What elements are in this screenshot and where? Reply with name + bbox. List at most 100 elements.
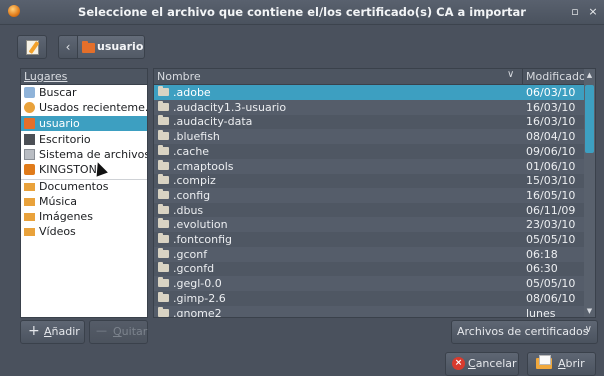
file-row[interactable]: .audacity1.3-usuario 16/03/10 — [154, 99, 585, 115]
file-modified: 16/03/10 — [526, 115, 576, 129]
add-button-label: Añadir — [44, 325, 80, 338]
place-item-imagenes[interactable]: Imágenes — [21, 209, 147, 224]
place-item-videos[interactable]: Vídeos — [21, 224, 147, 239]
place-item-documentos[interactable]: Documentos — [21, 179, 147, 194]
file-list-header: Nombre ∨ Modificado — [153, 68, 586, 85]
scroll-down-icon[interactable]: ▼ — [584, 305, 595, 317]
place-label: Imágenes — [39, 210, 93, 223]
place-label: Vídeos — [39, 225, 76, 238]
folder-icon — [24, 183, 35, 191]
file-modified: 01/06/10 — [526, 159, 576, 173]
file-name: .fontconfig — [173, 233, 233, 246]
usb-drive-icon — [24, 164, 35, 175]
folder-icon — [158, 218, 169, 229]
home-folder-icon — [82, 41, 95, 53]
file-row[interactable]: .dbus 06/11/09 — [154, 203, 585, 218]
type-location-button[interactable] — [17, 35, 47, 59]
file-row[interactable]: .gconfd 06:30 — [154, 261, 585, 276]
file-modified: 15/03/10 — [526, 174, 576, 188]
folder-icon — [158, 115, 169, 126]
minus-icon: — — [96, 324, 107, 337]
vertical-scrollbar[interactable]: ▲ ▼ — [584, 68, 596, 318]
file-row[interactable]: .gegl-0.0 05/05/10 — [154, 276, 585, 292]
place-label: KINGSTON — [39, 163, 97, 176]
file-modified: 23/03/10 — [526, 218, 576, 232]
file-modified: 06:30 — [526, 262, 558, 276]
place-label: Música — [39, 195, 78, 208]
folder-icon — [158, 247, 169, 258]
folder-icon — [158, 291, 169, 302]
file-name: .gconfd — [173, 262, 215, 276]
chevron-down-icon: ∨ — [584, 324, 592, 335]
file-row[interactable]: .fontconfig 05/05/10 — [154, 232, 585, 247]
place-item-kingston[interactable]: KINGSTON — [21, 162, 147, 177]
scrollbar-thumb[interactable] — [585, 85, 594, 153]
folder-icon — [158, 188, 169, 199]
column-header-modified[interactable]: Modificado — [526, 70, 586, 83]
path-button-usuario[interactable]: usuario — [77, 35, 145, 59]
file-modified: 05/05/10 — [526, 233, 576, 246]
place-item-escritorio[interactable]: Escritorio — [21, 132, 147, 147]
file-name: .gegl-0.0 — [173, 277, 222, 291]
file-name: .dbus — [173, 203, 204, 217]
file-modified: 06/11/09 — [526, 203, 576, 217]
sort-indicator-icon: ∨ — [507, 69, 515, 80]
file-name: .audacity1.3-usuario — [173, 100, 287, 114]
file-row[interactable]: .evolution 23/03/10 — [154, 217, 585, 233]
place-item-sistema[interactable]: Sistema de archivos — [21, 147, 147, 162]
folder-icon — [158, 144, 169, 155]
place-item-musica[interactable]: Música — [21, 194, 147, 209]
close-button[interactable]: × — [586, 5, 600, 19]
folder-icon — [158, 86, 169, 96]
file-row[interactable]: .cache 09/06/10 — [154, 144, 585, 159]
file-name: .cache — [173, 144, 210, 158]
folder-icon — [158, 159, 169, 170]
column-divider[interactable] — [522, 69, 523, 85]
file-modified: 08/06/10 — [526, 291, 576, 305]
file-name: .gconf — [173, 247, 208, 261]
folder-icon — [24, 228, 35, 236]
place-label: Escritorio — [39, 133, 91, 146]
cancel-button[interactable]: × Cancelar — [445, 352, 519, 376]
scroll-up-icon[interactable]: ▲ — [584, 69, 595, 81]
place-item-usuario[interactable]: usuario — [21, 116, 147, 131]
add-button[interactable]: + Añadir — [20, 320, 85, 344]
folder-icon — [158, 203, 169, 214]
place-label: Documentos — [39, 180, 109, 193]
file-row[interactable]: .gimp-2.6 08/06/10 — [154, 291, 585, 306]
file-name: .config — [173, 188, 211, 202]
file-modified: 05/05/10 — [526, 277, 576, 291]
remove-button[interactable]: — Quitar — [89, 320, 148, 344]
folder-icon — [158, 174, 169, 185]
file-row[interactable]: .cmaptools 01/06/10 — [154, 158, 585, 174]
file-name: .evolution — [173, 218, 228, 232]
file-row[interactable]: .adobe 06/03/10 — [154, 85, 585, 100]
place-item-recent[interactable]: Usados recienteme... — [21, 100, 147, 115]
places-header[interactable]: Lugares — [20, 68, 148, 85]
file-modified: 16/05/10 — [526, 188, 576, 202]
file-row[interactable]: .gnome2 lunes — [154, 305, 585, 317]
file-row[interactable]: .audacity-data 16/03/10 — [154, 114, 585, 129]
file-row[interactable]: .gconf 06:18 — [154, 246, 585, 262]
places-header-label: Lugares — [24, 70, 68, 83]
file-filter-label: Archivos de certificados — [457, 325, 589, 338]
place-item-buscar[interactable]: Buscar — [21, 85, 147, 100]
file-row[interactable]: .bluefish 08/04/10 — [154, 129, 585, 145]
open-button[interactable]: Abrir — [527, 352, 596, 376]
folder-icon — [158, 130, 169, 141]
folder-icon — [158, 233, 169, 243]
filesystem-icon — [24, 149, 35, 160]
place-label: Buscar — [39, 86, 77, 99]
place-label: usuario — [39, 117, 80, 130]
file-name: .compiz — [173, 174, 216, 188]
file-row[interactable]: .compiz 15/03/10 — [154, 173, 585, 188]
path-back-button[interactable]: ‹ — [58, 35, 78, 59]
minimize-button[interactable]: ▫ — [568, 5, 582, 19]
file-list: .adobe 06/03/10 .audacity1.3-usuario 16/03/… — [153, 84, 586, 318]
window-title: Seleccione el archivo que contiene el/lo… — [78, 5, 526, 19]
file-row[interactable]: .config 16/05/10 — [154, 187, 585, 203]
folder-icon — [24, 213, 35, 221]
file-filter-combo[interactable]: Archivos de certificados ∨ — [451, 320, 598, 344]
column-header-name[interactable]: Nombre — [157, 70, 201, 83]
file-modified: 06:18 — [526, 247, 558, 261]
